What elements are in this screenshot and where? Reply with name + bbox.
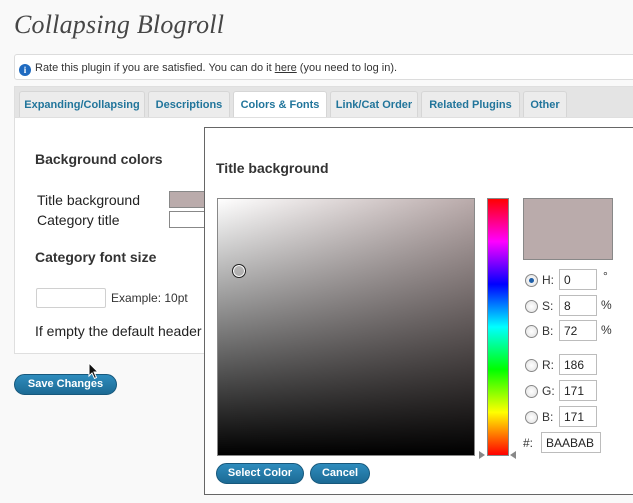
cancel-button[interactable]: Cancel xyxy=(310,463,370,484)
saturation-label: S: xyxy=(542,299,554,313)
degree-unit: ° xyxy=(603,269,608,283)
saturation-input[interactable]: 8 xyxy=(559,295,597,316)
save-changes-button[interactable]: Save Changes xyxy=(14,374,117,395)
brightness-input[interactable]: 72 xyxy=(559,320,597,341)
tab-expanding-collapsing[interactable]: Expanding/Collapsing xyxy=(19,91,145,119)
brightness-percent-unit: % xyxy=(601,323,612,337)
font-size-example: Example: 10pt xyxy=(111,291,188,305)
tab-colors-fonts[interactable]: Colors & Fonts xyxy=(233,91,327,120)
blue-input[interactable]: 171 xyxy=(559,406,597,427)
color-picker-dialog: Title background H: 0 ° S: 8 % B: 72 % R… xyxy=(204,127,633,495)
saturation-percent-unit: % xyxy=(601,298,612,312)
picker-title: Title background xyxy=(216,160,329,176)
tab-other[interactable]: Other xyxy=(523,91,567,119)
info-icon: i xyxy=(19,64,31,76)
red-label: R: xyxy=(542,358,554,372)
category-title-swatch[interactable] xyxy=(169,211,209,228)
blue-radio[interactable] xyxy=(525,411,538,424)
category-font-size-input[interactable] xyxy=(36,288,106,308)
hue-radio[interactable] xyxy=(525,274,538,287)
tab-link-cat-order[interactable]: Link/Cat Order xyxy=(330,91,418,119)
tab-related-plugins[interactable]: Related Plugins xyxy=(421,91,520,119)
hex-input[interactable]: BAABAB xyxy=(541,432,601,453)
category-font-size-heading: Category font size xyxy=(35,249,157,265)
brightness-label: B: xyxy=(542,324,554,338)
notice-text-after: (you need to log in). xyxy=(296,62,398,74)
saturation-brightness-handle[interactable] xyxy=(231,264,246,279)
green-label: G: xyxy=(542,384,555,398)
brightness-radio[interactable] xyxy=(525,325,538,338)
saturation-radio[interactable] xyxy=(525,300,538,313)
hue-slider-left-arrow[interactable] xyxy=(479,451,485,459)
hue-label: H: xyxy=(542,273,554,287)
title-background-swatch[interactable] xyxy=(169,191,209,208)
page-title: Collapsing Blogroll xyxy=(14,10,225,39)
hue-slider-right-arrow[interactable] xyxy=(510,451,516,459)
rate-here-link[interactable]: here xyxy=(275,62,297,74)
saturation-brightness-field[interactable] xyxy=(217,198,475,456)
title-background-label: Title background xyxy=(37,192,140,208)
hue-input[interactable]: 0 xyxy=(559,269,597,290)
settings-tabbar: Expanding/Collapsing Descriptions Colors… xyxy=(14,86,633,120)
tab-descriptions[interactable]: Descriptions xyxy=(148,91,230,119)
rating-notice: i Rate this plugin if you are satisfied. … xyxy=(14,54,633,80)
empty-default-note: If empty the default header xyxy=(35,323,202,339)
blue-label: B: xyxy=(542,410,554,424)
color-preview-swatch xyxy=(523,198,613,260)
category-title-label: Category title xyxy=(37,212,120,228)
red-radio[interactable] xyxy=(525,359,538,372)
green-input[interactable]: 171 xyxy=(559,380,597,401)
hue-slider[interactable] xyxy=(487,198,509,456)
red-input[interactable]: 186 xyxy=(559,354,597,375)
notice-text-before: Rate this plugin if you are satisfied. Y… xyxy=(35,62,275,74)
select-color-button[interactable]: Select Color xyxy=(216,463,304,484)
green-radio[interactable] xyxy=(525,385,538,398)
mouse-pointer-icon xyxy=(88,362,100,380)
hex-label: #: xyxy=(523,436,534,450)
background-colors-heading: Background colors xyxy=(35,151,163,167)
